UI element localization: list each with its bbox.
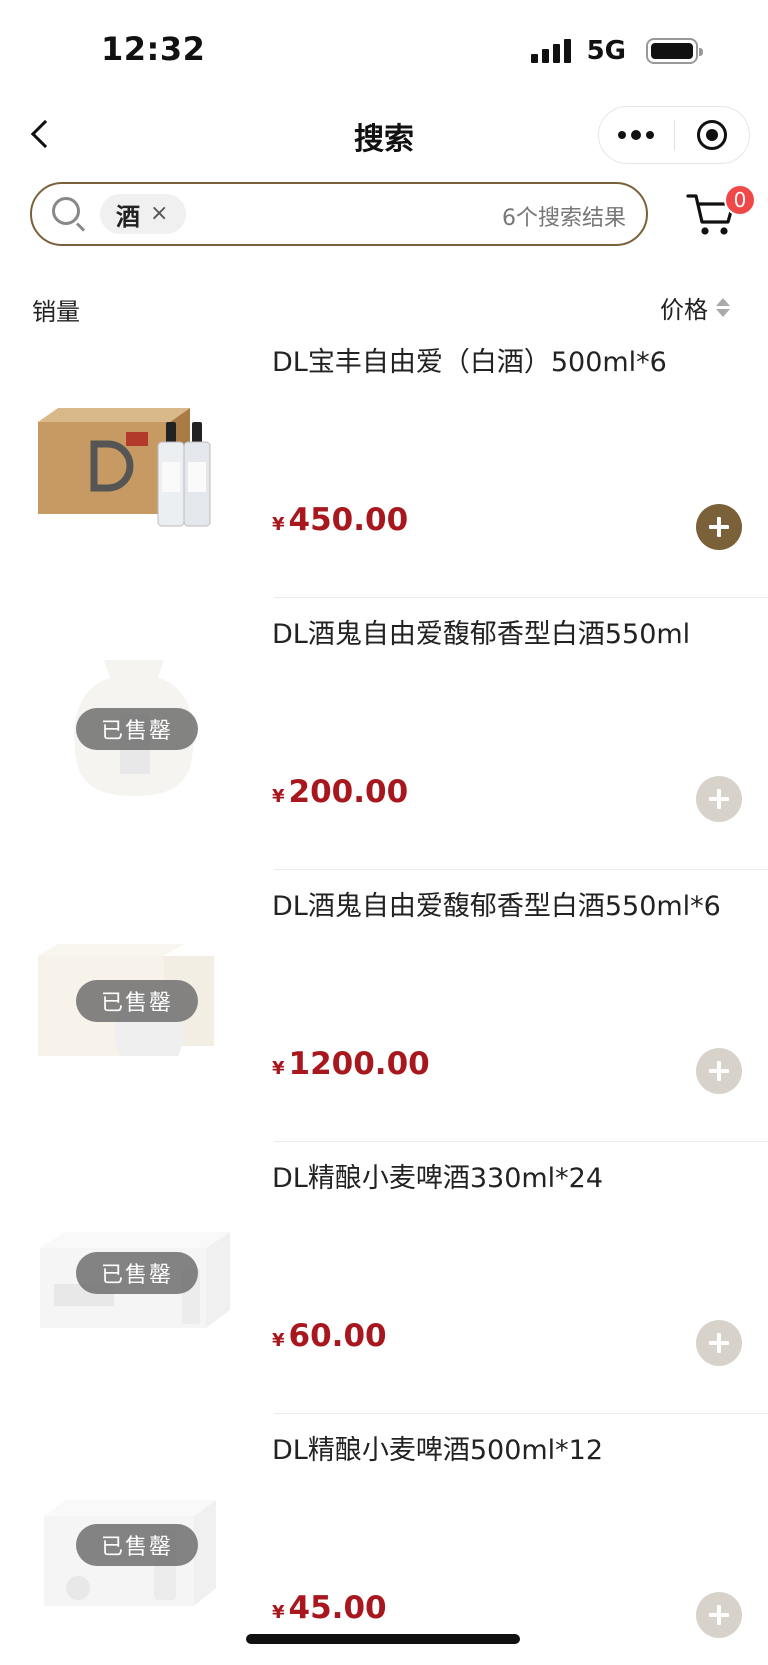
sort-by-price[interactable]: 价格 [660,290,730,325]
plus-icon [709,1605,729,1625]
product-name: DL酒鬼自由爱馥郁香型白酒550ml [272,619,691,650]
liquor-box-with-bottles-icon [38,408,211,527]
cart-button[interactable]: 0 [686,184,756,242]
sold-out-badge: 已售罄 [76,1524,198,1566]
product-name: DL宝丰自由爱（白酒）500ml*6 [272,347,667,378]
price-value: 60.00 [288,1318,387,1354]
result-count: 6个搜索结果 [502,206,626,231]
sort-by-sales[interactable]: 销量 [32,292,80,327]
product-price: ¥ 200.00 [272,774,408,810]
product-item[interactable]: 已售罄 DL酒鬼自由爱馥郁香型白酒550ml*6 ¥ 1200.00 [0,870,768,1142]
sort-bar: 销量 价格 [0,286,768,330]
battery-icon [646,38,703,64]
sold-out-badge: 已售罄 [76,980,198,1022]
more-dots-icon [618,130,655,140]
add-to-cart-button[interactable] [696,1592,742,1638]
product-price: ¥ 1200.00 [272,1046,430,1082]
price-value: 45.00 [288,1590,387,1626]
product-list: DL宝丰自由爱（白酒）500ml*6 ¥ 450.00 已售罄 DL酒鬼自由爱馥… [0,326,768,1665]
status-time: 12:32 [101,30,206,68]
mini-program-capsule [598,106,750,164]
cart-count-badge: 0 [724,184,756,216]
status-indicators: 5G [530,36,703,66]
plus-icon [709,517,729,537]
close-icon[interactable]: × [150,203,168,225]
search-icon [52,197,86,232]
more-button[interactable] [599,107,674,163]
plus-icon [709,1061,729,1081]
product-price: ¥ 60.00 [272,1318,387,1354]
product-item[interactable]: 已售罄 DL精酿小麦啤酒500ml*12 ¥ 45.00 [0,1414,768,1665]
product-item[interactable]: 已售罄 DL精酿小麦啤酒330ml*24 ¥ 60.00 [0,1142,768,1414]
search-input[interactable]: 酒 × 6个搜索结果 [30,182,648,246]
plus-icon [709,1333,729,1353]
product-item[interactable]: 已售罄 DL酒鬼自由爱馥郁香型白酒550ml ¥ 200.00 [0,598,768,870]
currency-symbol: ¥ [272,1330,285,1351]
product-name: DL酒鬼自由爱馥郁香型白酒550ml*6 [272,891,721,922]
product-image [34,382,234,532]
price-value: 200.00 [288,774,409,810]
currency-symbol: ¥ [272,514,285,535]
currency-symbol: ¥ [272,1058,285,1079]
add-to-cart-button[interactable] [696,1048,742,1094]
sort-price-label: 价格 [660,296,708,324]
navigation-bar: 搜索 [0,100,768,172]
sold-out-badge: 已售罄 [76,1252,198,1294]
add-to-cart-button[interactable] [696,776,742,822]
sort-arrows-icon [716,298,730,317]
product-item[interactable]: DL宝丰自由爱（白酒）500ml*6 ¥ 450.00 [0,326,768,598]
add-to-cart-button[interactable] [696,504,742,550]
plus-icon [709,789,729,809]
currency-symbol: ¥ [272,1602,285,1623]
search-row: 酒 × 6个搜索结果 0 [0,182,768,248]
price-value: 450.00 [288,502,409,538]
price-value: 1200.00 [288,1046,430,1082]
product-price: ¥ 45.00 [272,1590,387,1626]
close-miniprogram-button[interactable] [675,107,750,163]
product-name: DL精酿小麦啤酒500ml*12 [272,1435,604,1466]
target-icon [696,120,727,150]
add-to-cart-button[interactable] [696,1320,742,1366]
search-keyword-tag[interactable]: 酒 × [100,194,187,234]
sold-out-badge: 已售罄 [76,708,198,750]
product-price: ¥ 450.00 [272,502,408,538]
search-keyword: 酒 [116,202,140,231]
product-name: DL精酿小麦啤酒330ml*24 [272,1163,604,1194]
currency-symbol: ¥ [272,786,285,807]
home-indicator [246,1634,520,1644]
status-bar: 12:32 5G [0,0,768,100]
network-type: 5G [586,36,626,66]
signal-icon [530,39,571,63]
